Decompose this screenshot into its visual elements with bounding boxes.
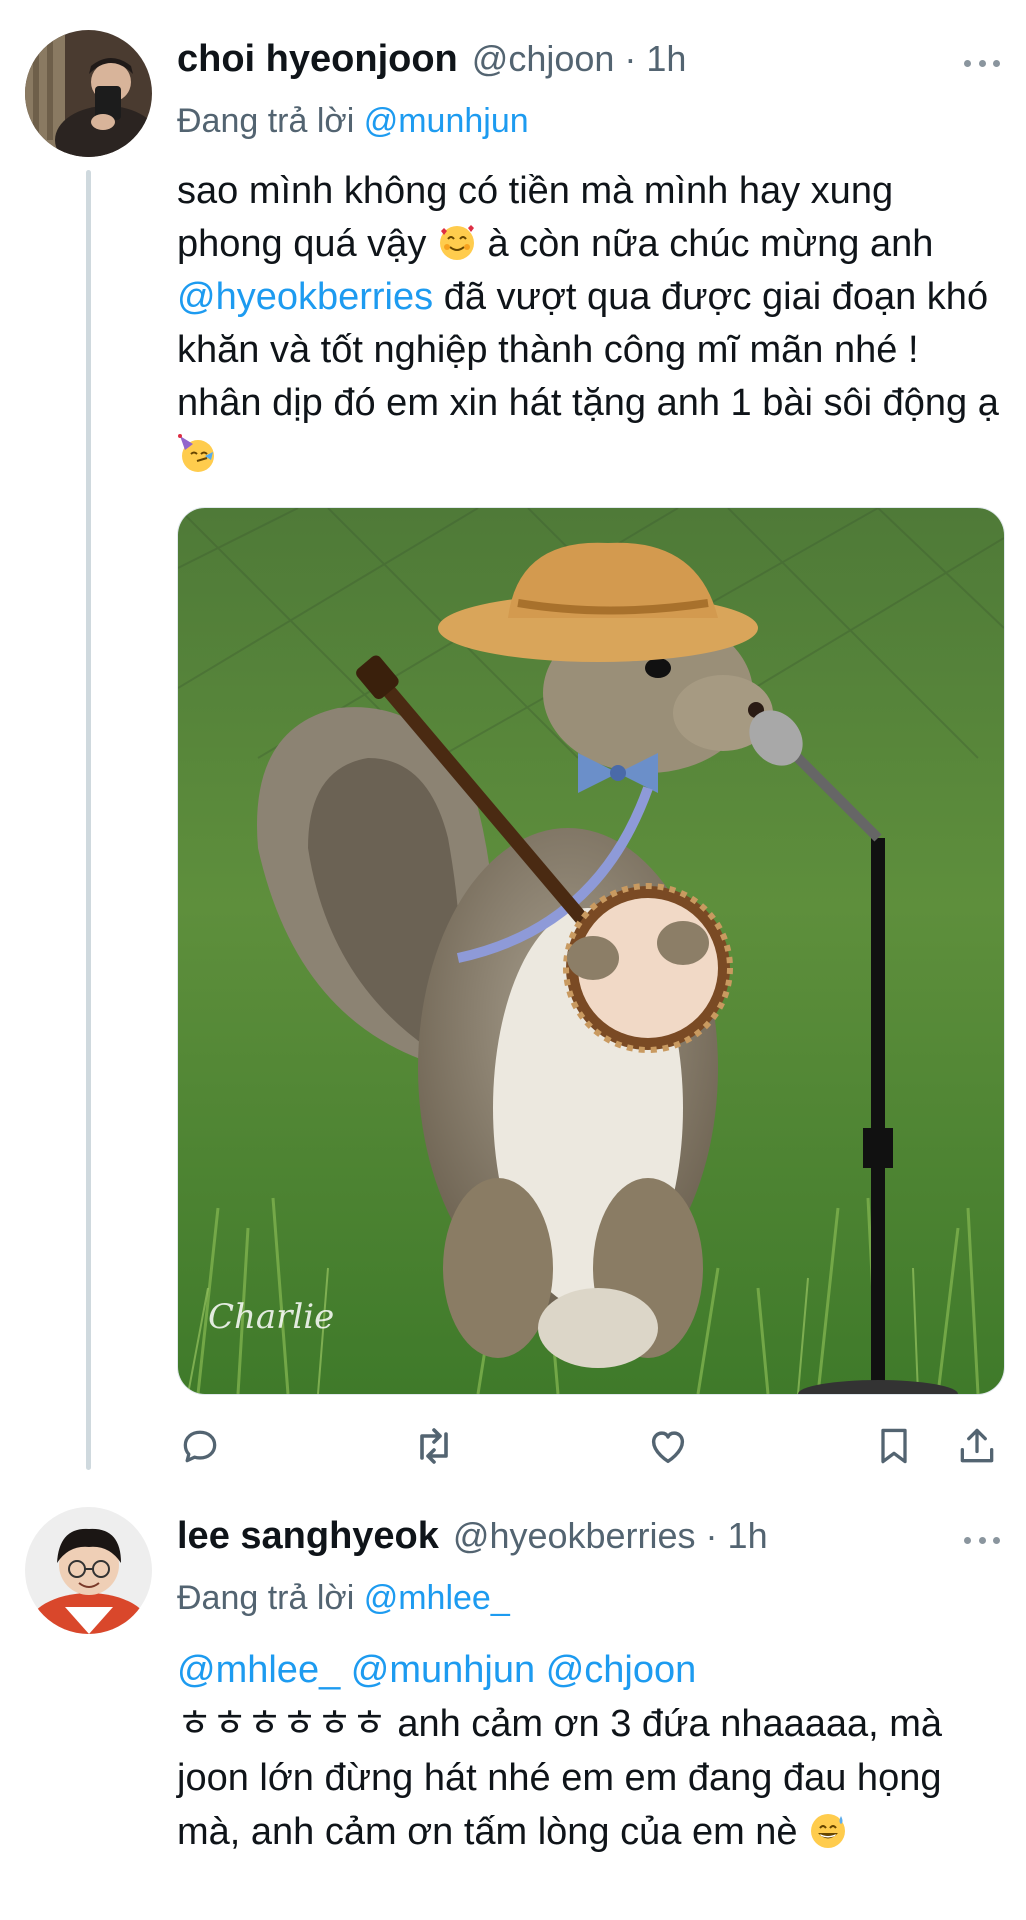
grinning-face-with-sweat-icon <box>808 1810 848 1850</box>
partying-face-icon <box>177 434 217 474</box>
thread-line <box>86 170 91 1470</box>
tweet-text-part: à còn nữa chúc mừng anh <box>487 223 934 265</box>
display-name[interactable]: choi hyeonjoon <box>177 38 458 81</box>
squirrel-with-banjo-image: Charlie <box>178 508 1004 1394</box>
avatar[interactable] <box>25 30 152 157</box>
tweet-mention[interactable]: @chjoon <box>546 1649 697 1691</box>
retweet-button[interactable] <box>406 1418 462 1474</box>
replying-to: Đang trả lời @mhlee_ <box>177 1579 510 1618</box>
replying-to: Đang trả lời @munhjun <box>177 102 529 141</box>
bookmark-button[interactable] <box>866 1418 922 1474</box>
tweet-header: choi hyeonjoon @chjoon · 1h <box>177 38 686 88</box>
reply-button[interactable] <box>172 1418 228 1474</box>
handle-timestamp: @hyeokberries · 1h <box>452 1515 768 1556</box>
image-watermark: Charlie <box>208 1297 334 1337</box>
replying-to-label: Đang trả lời <box>177 102 355 140</box>
tweet-mention[interactable]: @munhjun <box>351 1649 535 1691</box>
tweet-mention[interactable]: @mhlee_ <box>177 1649 340 1691</box>
share-button[interactable] <box>949 1418 1005 1474</box>
retweet-icon <box>420 1428 448 1464</box>
avatar[interactable] <box>25 1507 152 1634</box>
tweet-header: lee sanghyeok @hyeokberries · 1h <box>177 1515 768 1565</box>
replying-to-mention[interactable]: @munhjun <box>364 102 529 140</box>
handle-timestamp: @chjoon · 1h <box>471 38 687 79</box>
reply-icon <box>183 1430 217 1463</box>
tweet-actions <box>0 1418 1026 1474</box>
replying-to-label: Đang trả lời <box>177 1579 355 1617</box>
tweet-mention[interactable]: @hyeokberries <box>177 276 433 318</box>
like-button[interactable] <box>640 1418 696 1474</box>
tweet-media-image[interactable]: Charlie <box>177 507 1005 1395</box>
more-options-icon[interactable] <box>964 58 1000 68</box>
display-name[interactable]: lee sanghyeok <box>177 1515 439 1558</box>
replying-to-mention[interactable]: @mhlee_ <box>364 1579 510 1617</box>
tweet-text: sao mình không có tiền mà mình hay xung … <box>177 165 1007 483</box>
tweet-text: @mhlee_ @munhjun @chjoon ㅎㅎㅎㅎㅎㅎ anh cảm … <box>177 1643 1007 1859</box>
like-icon <box>651 1431 685 1464</box>
share-icon <box>960 1428 994 1463</box>
more-options-icon[interactable] <box>964 1535 1000 1545</box>
smiling-face-with-hearts-icon <box>437 222 477 262</box>
bookmark-icon <box>881 1428 907 1464</box>
